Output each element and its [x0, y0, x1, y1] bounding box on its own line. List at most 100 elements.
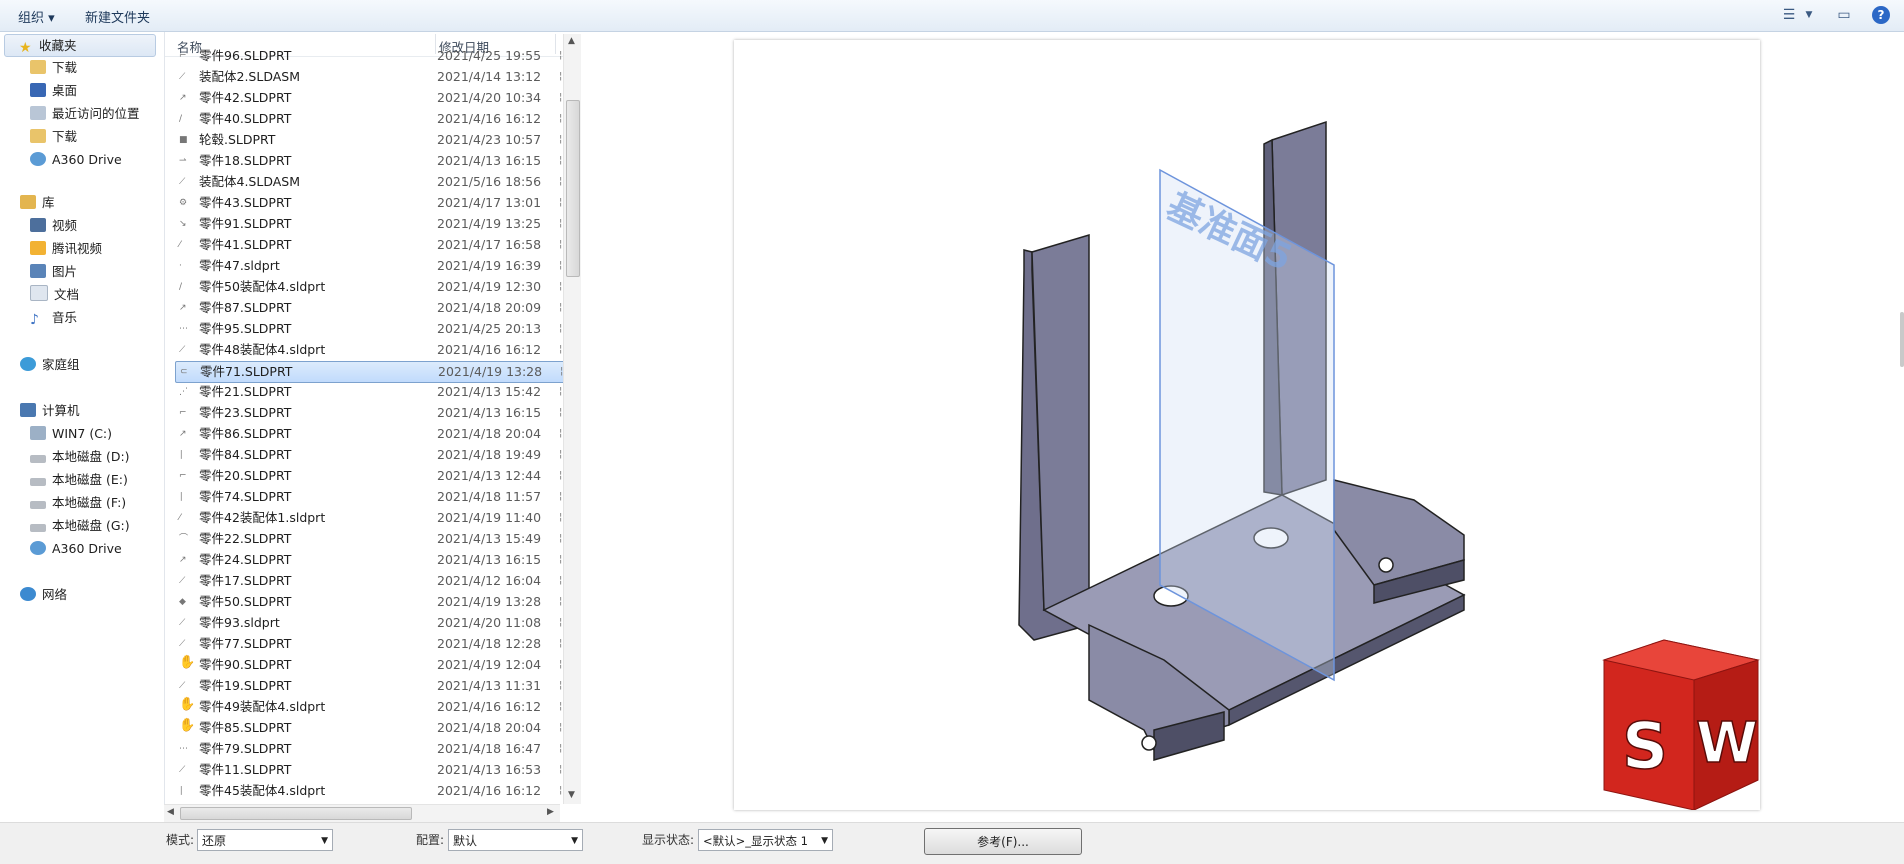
file-row[interactable]: ∣ 零件84.SLDPRT 2021/4/18 19:49 ¦: [175, 445, 565, 465]
nav-item-pictures[interactable]: 图片: [30, 261, 77, 282]
file-date: 2021/4/13 16:15: [437, 552, 542, 567]
file-row[interactable]: · 零件47.sldprt 2021/4/19 16:39 ¦: [175, 256, 565, 276]
help-icon[interactable]: ?: [1872, 6, 1890, 24]
nav-item-downloads-2[interactable]: 下载: [30, 126, 77, 147]
horizontal-scroll-thumb[interactable]: [180, 807, 412, 820]
file-row[interactable]: ⟋ 零件77.SLDPRT 2021/4/18 12:28 ¦: [175, 634, 565, 654]
nav-item-documents[interactable]: 文档: [30, 284, 79, 305]
scroll-right-arrow-icon[interactable]: ▶: [547, 807, 554, 817]
file-row[interactable]: ∕ 零件40.SLDPRT 2021/4/16 16:12 ¦: [175, 109, 565, 129]
truncated-column-marker: ¦: [559, 281, 563, 292]
file-row[interactable]: ⁄ 零件42装配体1.sldprt 2021/4/19 11:40 ¦: [175, 508, 565, 528]
video-icon: [30, 218, 46, 232]
nav-item-music[interactable]: ♪ 音乐: [30, 307, 77, 328]
nav-item-recent-places[interactable]: 最近访问的位置: [30, 103, 140, 124]
nav-libraries[interactable]: 库: [20, 192, 55, 213]
file-row[interactable]: ⋰ 零件21.SLDPRT 2021/4/13 15:42 ¦: [175, 382, 565, 402]
file-row[interactable]: ⟋ 零件17.SLDPRT 2021/4/12 16:04 ¦: [175, 571, 565, 591]
file-row[interactable]: ↗ 零件24.SLDPRT 2021/4/13 16:15 ¦: [175, 550, 565, 570]
file-row[interactable]: ⟋ 零件19.SLDPRT 2021/4/13 11:31 ¦: [175, 676, 565, 696]
file-name: 零件11.SLDPRT: [199, 762, 292, 777]
file-row[interactable]: ⌐ 零件23.SLDPRT 2021/4/13 16:15 ¦: [175, 403, 565, 423]
file-row[interactable]: ⌐ 零件20.SLDPRT 2021/4/13 12:44 ¦: [175, 466, 565, 486]
nav-item-drive-e[interactable]: 本地磁盘 (E:): [30, 469, 128, 490]
file-row[interactable]: ∕ 零件50装配体4.sldprt 2021/4/19 12:30 ¦: [175, 277, 565, 297]
options-bar: 模式: 还原 ▼ 配置: 默认 ▼ 显示状态: <默认>_显示状态 1 ▼ 参考(F)…: [0, 822, 1904, 864]
new-folder-button[interactable]: 新建文件夹: [85, 7, 150, 26]
file-date: 2021/4/19 13:28: [438, 364, 543, 379]
nav-item-desktop[interactable]: 桌面: [30, 80, 77, 101]
file-row[interactable]: ⟋ 装配体4.SLDASM 2021/5/16 18:56 ¦: [175, 172, 565, 192]
file-row[interactable]: ⟋ 零件11.SLDPRT 2021/4/13 16:53 ¦: [175, 760, 565, 780]
mode-select[interactable]: 还原 ▼: [197, 829, 333, 851]
file-date: 2021/4/25 20:13: [437, 321, 542, 336]
truncated-column-marker: ¦: [559, 701, 563, 712]
chevron-down-icon: ▼: [321, 836, 328, 846]
file-row[interactable]: ⇀ 零件18.SLDPRT 2021/4/13 16:15 ¦: [175, 151, 565, 171]
file-row[interactable]: ↘ 零件91.SLDPRT 2021/4/19 13:25 ¦: [175, 214, 565, 234]
file-row[interactable]: ⟋ 零件93.sldprt 2021/4/20 11:08 ¦: [175, 613, 565, 633]
nav-item-a360-drive[interactable]: A360 Drive: [30, 149, 122, 170]
file-thumbnail-icon: ⌐: [179, 471, 187, 481]
file-row[interactable]: ⚙ 零件43.SLDPRT 2021/4/17 13:01 ¦: [175, 193, 565, 213]
organize-button[interactable]: 组织 ▾: [18, 7, 55, 26]
nav-item-downloads[interactable]: 下载: [30, 57, 77, 78]
file-row[interactable]: ⋯ 零件95.SLDPRT 2021/4/25 20:13 ¦: [175, 319, 565, 339]
file-row[interactable]: ∣ 零件74.SLDPRT 2021/4/18 11:57 ¦: [175, 487, 565, 507]
file-name: 零件20.SLDPRT: [199, 468, 292, 483]
nav-homegroup[interactable]: 家庭组: [20, 354, 80, 375]
left-mount-hole: [1141, 735, 1157, 751]
nav-item-tencent-video[interactable]: 腾讯视频: [30, 238, 102, 259]
file-row[interactable]: ⌒ 零件22.SLDPRT 2021/4/13 15:49 ¦: [175, 529, 565, 549]
file-row[interactable]: ✋ 零件85.SLDPRT 2021/4/18 20:04 ¦: [175, 718, 565, 738]
file-row[interactable]: ✋ 零件90.SLDPRT 2021/4/19 12:04 ¦: [175, 655, 565, 675]
file-row[interactable]: ↗ 零件86.SLDPRT 2021/4/18 20:04 ¦: [175, 424, 565, 444]
file-row[interactable]: ↗ 零件87.SLDPRT 2021/4/18 20:09 ¦: [175, 298, 565, 318]
truncated-column-marker: ¦: [559, 533, 563, 544]
nav-item-drive-f[interactable]: 本地磁盘 (F:): [30, 492, 126, 513]
nav-item-videos[interactable]: 视频: [30, 215, 77, 236]
view-options-icon[interactable]: ☰: [1780, 6, 1798, 24]
scroll-up-arrow-icon[interactable]: ▲: [568, 36, 575, 46]
file-row[interactable]: ⊂ 零件71.SLDPRT 2021/4/19 13:28 ¦: [175, 361, 567, 383]
config-select[interactable]: 默认 ▼: [448, 829, 583, 851]
nav-favorites[interactable]: ★ 收藏夹: [4, 34, 156, 57]
nav-computer[interactable]: 计算机: [20, 400, 80, 421]
file-row[interactable]: ∣ 零件45装配体4.sldprt 2021/4/16 16:12 ¦: [175, 781, 565, 801]
scroll-left-arrow-icon[interactable]: ◀: [167, 807, 174, 817]
preview-pane-icon[interactable]: ▭: [1835, 6, 1853, 24]
truncated-column-marker: ¦: [559, 659, 563, 670]
file-row[interactable]: ⁄ 零件41.SLDPRT 2021/4/17 16:58 ¦: [175, 235, 565, 255]
library-icon: [20, 195, 36, 209]
file-name: 零件24.SLDPRT: [199, 552, 292, 567]
file-name: 零件41.SLDPRT: [199, 237, 292, 252]
file-row[interactable]: ↗ 零件42.SLDPRT 2021/4/20 10:34 ¦: [175, 88, 565, 108]
nav-item-drive-g[interactable]: 本地磁盘 (G:): [30, 515, 130, 536]
reference-button[interactable]: 参考(F)...: [924, 828, 1082, 855]
nav-item-drive-d[interactable]: 本地磁盘 (D:): [30, 446, 130, 467]
vertical-scroll-thumb[interactable]: [566, 100, 580, 277]
file-row[interactable]: ⌐ 零件96.SLDPRT 2021/4/25 19:55 ¦: [175, 46, 565, 66]
computer-icon: [20, 403, 36, 417]
chevron-down-icon[interactable]: ▼: [1800, 6, 1818, 24]
file-row[interactable]: ⟋ 装配体2.SLDASM 2021/4/14 13:12 ¦: [175, 67, 565, 87]
file-thumbnail-icon: ⟋: [179, 765, 186, 775]
file-row[interactable]: ⋯ 零件79.SLDPRT 2021/4/18 16:47 ¦: [175, 739, 565, 759]
file-row[interactable]: ◆ 零件50.SLDPRT 2021/4/19 13:28 ¦: [175, 592, 565, 612]
horizontal-scrollbar[interactable]: ◀ ▶: [164, 804, 560, 822]
network-icon: [20, 587, 36, 601]
file-row[interactable]: ■ 轮毂.SLDPRT 2021/4/23 10:57 ¦: [175, 130, 565, 150]
file-thumbnail-icon: ⋯: [179, 324, 188, 334]
toolbar: 组织 ▾ 新建文件夹 ☰ ▼ ▭ ?: [0, 0, 1904, 32]
nav-network[interactable]: 网络: [20, 584, 67, 605]
truncated-column-marker: ¦: [559, 428, 563, 439]
nav-item-drive-c[interactable]: WIN7 (C:): [30, 423, 112, 444]
file-thumbnail-icon: ⟋: [179, 72, 186, 82]
nav-item-a360-drive-2[interactable]: A360 Drive: [30, 538, 122, 559]
file-row[interactable]: ⟋ 零件48装配体4.sldprt 2021/4/16 16:12 ¦: [175, 340, 565, 360]
display-state-select[interactable]: <默认>_显示状态 1 ▼: [698, 829, 833, 851]
vertical-scrollbar[interactable]: ▲ ▼: [563, 34, 581, 804]
pane-resize-grip[interactable]: [1900, 312, 1904, 367]
scroll-down-arrow-icon[interactable]: ▼: [568, 790, 575, 800]
file-row[interactable]: ✋ 零件49装配体4.sldprt 2021/4/16 16:12 ¦: [175, 697, 565, 717]
